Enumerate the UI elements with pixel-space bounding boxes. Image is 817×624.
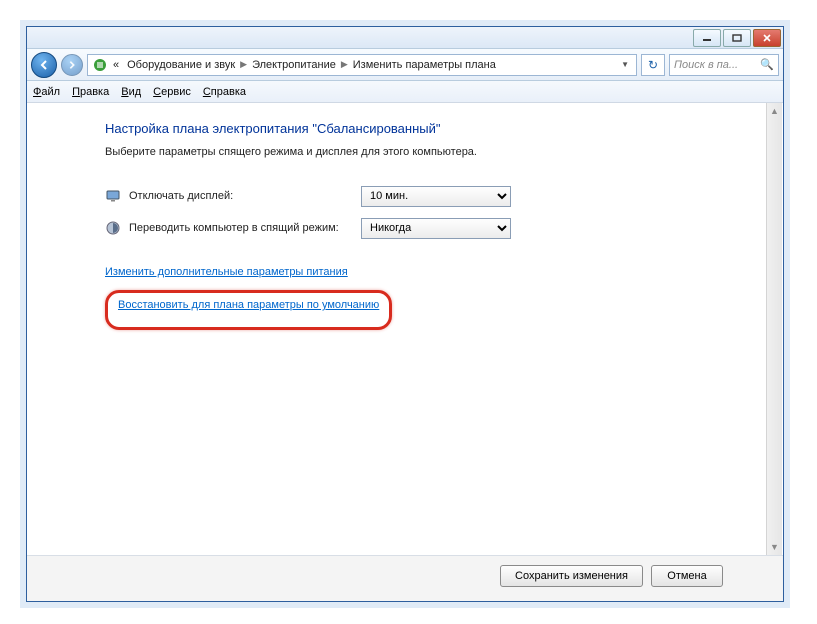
- control-panel-icon: [92, 57, 108, 73]
- advanced-settings-link[interactable]: Изменить дополнительные параметры питани…: [105, 266, 348, 278]
- chevron-right-icon: ▶: [240, 59, 247, 70]
- window: « Оборудование и звук ▶ Электропитание ▶…: [26, 26, 784, 602]
- menu-view[interactable]: Вид: [121, 86, 141, 98]
- page-title: Настройка плана электропитания "Сбаланси…: [105, 121, 783, 136]
- cancel-button[interactable]: Отмена: [651, 565, 723, 587]
- nav-forward-button[interactable]: [61, 54, 83, 76]
- maximize-button[interactable]: [723, 29, 751, 47]
- sleep-select[interactable]: Никогда: [361, 218, 511, 239]
- save-button[interactable]: Сохранить изменения: [500, 565, 643, 587]
- page-subtitle: Выберите параметры спящего режима и дисп…: [105, 146, 783, 158]
- sleep-label: Переводить компьютер в спящий режим:: [129, 222, 361, 234]
- setting-row-sleep: Переводить компьютер в спящий режим: Ник…: [105, 212, 783, 244]
- content-pane: Настройка плана электропитания "Сбаланси…: [27, 103, 783, 555]
- breadcrumb-item[interactable]: Изменить параметры плана: [350, 59, 499, 71]
- display-icon: [105, 188, 121, 204]
- close-button[interactable]: [753, 29, 781, 47]
- refresh-icon: ↻: [648, 58, 658, 72]
- search-icon[interactable]: 🔍: [760, 58, 774, 71]
- scroll-down-icon[interactable]: ▼: [767, 539, 782, 555]
- footer: Сохранить изменения Отмена: [27, 555, 783, 601]
- highlight-annotation: Восстановить для плана параметры по умол…: [105, 290, 392, 330]
- refresh-button[interactable]: ↻: [641, 54, 665, 76]
- menu-edit[interactable]: Правка: [72, 86, 109, 98]
- nav-back-button[interactable]: [31, 52, 57, 78]
- display-off-label: Отключать дисплей:: [129, 190, 361, 202]
- breadcrumb-prefix: «: [110, 59, 122, 71]
- search-placeholder: Поиск в па...: [674, 59, 738, 71]
- breadcrumb-item[interactable]: Оборудование и звук: [124, 59, 238, 71]
- minimize-button[interactable]: [693, 29, 721, 47]
- titlebar: [27, 27, 783, 49]
- menu-help[interactable]: Справка: [203, 86, 246, 98]
- scrollbar[interactable]: ▲ ▼: [766, 103, 782, 555]
- setting-row-display: Отключать дисплей: 10 мин.: [105, 180, 783, 212]
- menu-tools[interactable]: Сервис: [153, 86, 191, 98]
- scroll-up-icon[interactable]: ▲: [767, 103, 782, 119]
- address-dropdown-icon[interactable]: ▼: [618, 60, 632, 69]
- navbar: « Оборудование и звук ▶ Электропитание ▶…: [27, 49, 783, 81]
- address-bar[interactable]: « Оборудование и звук ▶ Электропитание ▶…: [87, 54, 637, 76]
- links-block: Изменить дополнительные параметры питани…: [105, 264, 783, 330]
- restore-defaults-link[interactable]: Восстановить для плана параметры по умол…: [118, 299, 379, 311]
- chevron-right-icon: ▶: [341, 59, 348, 70]
- menubar: Файл Правка Вид Сервис Справка: [27, 81, 783, 103]
- sleep-icon: [105, 220, 121, 236]
- menu-file[interactable]: Файл: [33, 86, 60, 98]
- search-box[interactable]: Поиск в па... 🔍: [669, 54, 779, 76]
- breadcrumb-item[interactable]: Электропитание: [249, 59, 339, 71]
- display-off-select[interactable]: 10 мин.: [361, 186, 511, 207]
